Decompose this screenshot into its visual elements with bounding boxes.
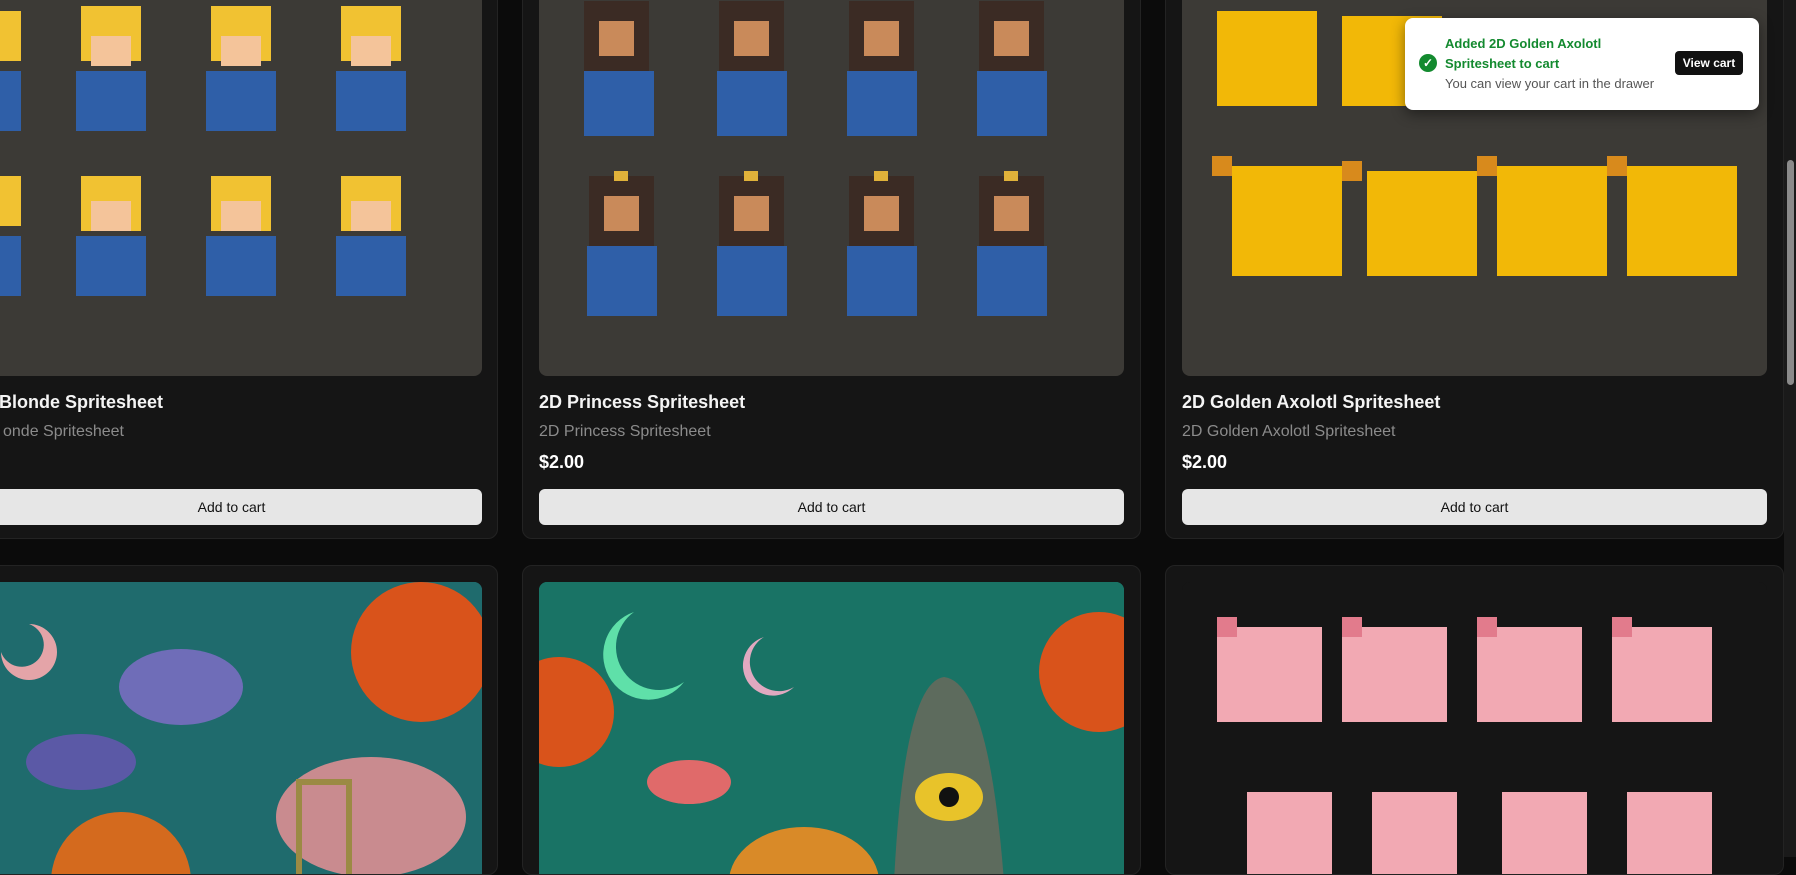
product-image-blonde[interactable]: [0, 0, 482, 376]
cart-toast: ✓ Added 2D Golden Axolotl Spritesheet to…: [1405, 18, 1759, 110]
product-subtitle: onde Spritesheet: [3, 423, 124, 440]
product-title[interactable]: 2D Golden Axolotl Spritesheet: [1182, 392, 1440, 413]
product-price: $2.00: [539, 452, 585, 472]
product-price: $2.00: [1182, 452, 1228, 472]
toast-title: Added 2D Golden Axolotl Spritesheet to c…: [1445, 36, 1602, 71]
moon-forest-image: [539, 582, 1124, 874]
scrollbar-track[interactable]: [1784, 0, 1796, 857]
check-circle-icon: ✓: [1419, 54, 1437, 72]
product-image-pink-axolotl[interactable]: [1182, 582, 1767, 874]
blonde-sprites-image: [0, 6, 406, 296]
product-title[interactable]: Blonde Spritesheet: [0, 392, 163, 413]
product-card-pink-axolotl[interactable]: [1165, 565, 1784, 875]
product-subtitle: 2D Golden Axolotl Spritesheet: [1182, 423, 1396, 440]
pink-axolotl-sprites-image: [1217, 617, 1712, 874]
toast-description: You can view your cart in the drawer: [1445, 76, 1655, 91]
product-card-underwater[interactable]: [0, 565, 498, 875]
add-to-cart-button[interactable]: Add to cart: [539, 489, 1124, 525]
add-to-cart-button[interactable]: Add to cart: [0, 489, 482, 525]
product-card-blonde[interactable]: Blonde Spritesheet onde Spritesheet Add …: [0, 0, 498, 539]
product-image-underwater[interactable]: [0, 582, 482, 874]
add-to-cart-button[interactable]: Add to cart: [1182, 489, 1767, 525]
princess-sprites-image: [584, 1, 1047, 316]
product-image-moon-forest[interactable]: [539, 582, 1124, 874]
product-image-princess[interactable]: [539, 0, 1124, 376]
underwater-fantasy-image: [0, 582, 482, 874]
product-card-princess[interactable]: 2D Princess Spritesheet 2D Princess Spri…: [522, 0, 1141, 539]
scrollbar-thumb[interactable]: [1787, 160, 1794, 385]
product-card-moon-forest[interactable]: [522, 565, 1141, 875]
product-title[interactable]: 2D Princess Spritesheet: [539, 392, 745, 413]
product-subtitle: 2D Princess Spritesheet: [539, 423, 711, 440]
view-cart-button[interactable]: View cart: [1675, 51, 1743, 75]
